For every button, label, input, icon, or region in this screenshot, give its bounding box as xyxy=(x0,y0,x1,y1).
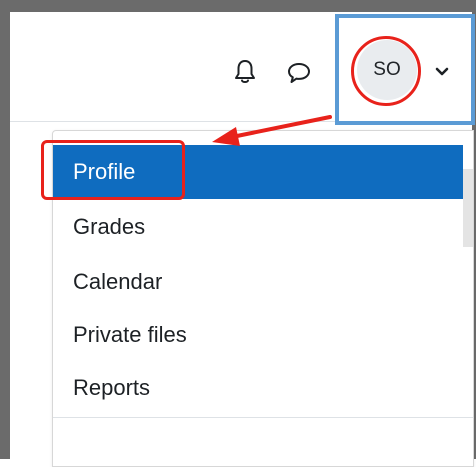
menu-item-label: Calendar xyxy=(73,269,163,294)
frame-border xyxy=(0,0,476,12)
menu-item-calendar[interactable]: Calendar xyxy=(53,255,463,309)
menu-item-label: Reports xyxy=(73,375,151,400)
annotation-circle xyxy=(351,36,421,106)
user-menu-toggle[interactable]: SO xyxy=(335,14,475,125)
dropdown-scrollbar[interactable] xyxy=(463,169,473,247)
menu-item-reports[interactable]: Reports xyxy=(53,361,463,415)
chevron-down-icon[interactable] xyxy=(433,62,451,80)
menu-divider xyxy=(53,417,473,418)
menu-item-grades[interactable]: Grades xyxy=(53,200,463,254)
top-navbar: SO xyxy=(10,12,475,125)
frame-border xyxy=(0,0,10,459)
annotation-rectangle xyxy=(41,140,185,200)
menu-item-private-files[interactable]: Private files xyxy=(53,308,463,362)
menu-item-label: Private files xyxy=(73,322,187,347)
bell-icon[interactable] xyxy=(232,58,258,86)
menu-item-label: Grades xyxy=(73,214,146,239)
screenshot-frame: SO Profile Grades Calendar Private files… xyxy=(0,0,476,467)
chat-bubble-icon[interactable] xyxy=(286,60,312,86)
